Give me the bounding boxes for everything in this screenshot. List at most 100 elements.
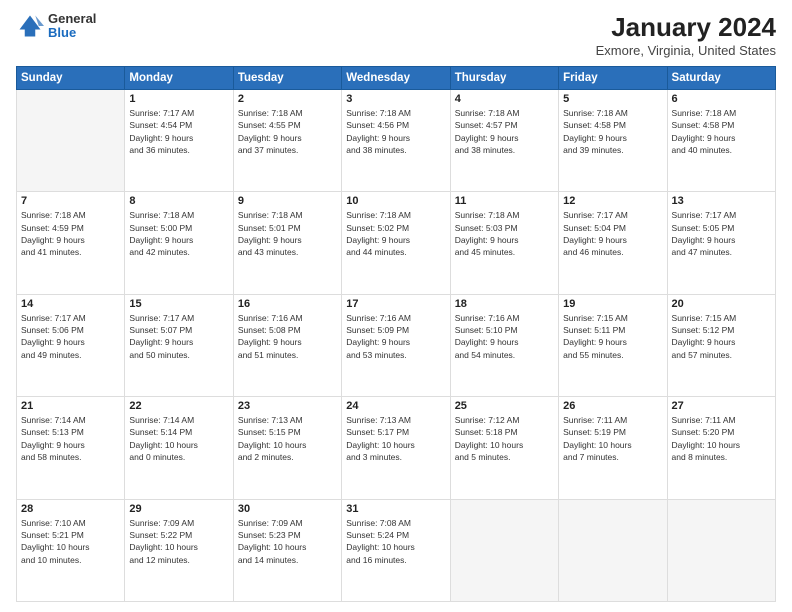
day-info: Sunrise: 7:14 AM Sunset: 5:13 PM Dayligh…	[21, 414, 120, 463]
calendar-cell: 8Sunrise: 7:18 AM Sunset: 5:00 PM Daylig…	[125, 192, 233, 294]
day-number: 23	[238, 400, 337, 412]
day-number: 19	[563, 298, 662, 310]
calendar-cell	[17, 90, 125, 192]
day-number: 14	[21, 298, 120, 310]
day-number: 25	[455, 400, 554, 412]
title-block: January 2024 Exmore, Virginia, United St…	[596, 12, 776, 58]
day-info: Sunrise: 7:11 AM Sunset: 5:19 PM Dayligh…	[563, 414, 662, 463]
day-info: Sunrise: 7:18 AM Sunset: 5:02 PM Dayligh…	[346, 209, 445, 258]
day-number: 4	[455, 93, 554, 105]
calendar-cell: 27 Sunrise: 7:11 AM Sunset: 5:20 PM Dayli…	[667, 397, 775, 499]
calendar-dow-wednesday: Wednesday	[342, 67, 450, 90]
calendar-cell	[559, 499, 667, 601]
calendar-cell: 19Sunrise: 7:15 AM Sunset: 5:11 PM Dayli…	[559, 294, 667, 396]
day-number: 27	[672, 400, 771, 412]
calendar-cell: 22 Sunrise: 7:14 AM Sunset: 5:14 PM Dayli…	[125, 397, 233, 499]
day-number: 11	[455, 195, 554, 207]
calendar-dow-saturday: Saturday	[667, 67, 775, 90]
week-row-3: 21 Sunrise: 7:14 AM Sunset: 5:13 PM Dayli…	[17, 397, 776, 499]
calendar-cell: 24 Sunrise: 7:13 AM Sunset: 5:17 PM Dayli…	[342, 397, 450, 499]
day-info: Sunrise: 7:09 AM Sunset: 5:23 PM Dayligh…	[238, 517, 337, 566]
calendar-cell: 25 Sunrise: 7:12 AM Sunset: 5:18 PM Dayli…	[450, 397, 558, 499]
logo: General Blue	[16, 12, 96, 41]
calendar-cell: 26 Sunrise: 7:11 AM Sunset: 5:19 PM Dayli…	[559, 397, 667, 499]
calendar-cell: 18Sunrise: 7:16 AM Sunset: 5:10 PM Dayli…	[450, 294, 558, 396]
calendar-cell: 12Sunrise: 7:17 AM Sunset: 5:04 PM Dayli…	[559, 192, 667, 294]
calendar-cell: 2 Sunrise: 7:18 AM Sunset: 4:55 PM Daylig…	[233, 90, 341, 192]
calendar-dow-thursday: Thursday	[450, 67, 558, 90]
day-number: 9	[238, 195, 337, 207]
day-info: Sunrise: 7:15 AM Sunset: 5:12 PM Dayligh…	[672, 312, 771, 361]
day-number: 31	[346, 503, 445, 515]
day-info: Sunrise: 7:16 AM Sunset: 5:08 PM Dayligh…	[238, 312, 337, 361]
calendar-title: January 2024	[596, 12, 776, 43]
calendar-cell: 1 Sunrise: 7:17 AM Sunset: 4:54 PM Daylig…	[125, 90, 233, 192]
calendar-cell: 16Sunrise: 7:16 AM Sunset: 5:08 PM Dayli…	[233, 294, 341, 396]
calendar-cell: 13Sunrise: 7:17 AM Sunset: 5:05 PM Dayli…	[667, 192, 775, 294]
calendar-cell: 10 Sunrise: 7:18 AM Sunset: 5:02 PM Dayli…	[342, 192, 450, 294]
day-number: 22	[129, 400, 228, 412]
calendar-cell: 11Sunrise: 7:18 AM Sunset: 5:03 PM Dayli…	[450, 192, 558, 294]
calendar-cell: 20 Sunrise: 7:15 AM Sunset: 5:12 PM Dayli…	[667, 294, 775, 396]
calendar-cell: 3Sunrise: 7:18 AM Sunset: 4:56 PM Daylig…	[342, 90, 450, 192]
logo-general-text: General	[48, 12, 96, 26]
calendar-cell: 23 Sunrise: 7:13 AM Sunset: 5:15 PM Dayli…	[233, 397, 341, 499]
calendar-cell	[450, 499, 558, 601]
header: General Blue January 2024 Exmore, Virgin…	[16, 12, 776, 58]
day-info: Sunrise: 7:13 AM Sunset: 5:17 PM Dayligh…	[346, 414, 445, 463]
calendar-cell: 15Sunrise: 7:17 AM Sunset: 5:07 PM Dayli…	[125, 294, 233, 396]
day-info: Sunrise: 7:14 AM Sunset: 5:14 PM Dayligh…	[129, 414, 228, 463]
calendar-table: SundayMondayTuesdayWednesdayThursdayFrid…	[16, 66, 776, 602]
logo-text: General Blue	[48, 12, 96, 41]
day-info: Sunrise: 7:16 AM Sunset: 5:09 PM Dayligh…	[346, 312, 445, 361]
day-number: 26	[563, 400, 662, 412]
logo-blue-text: Blue	[48, 26, 96, 40]
calendar-cell: 29Sunrise: 7:09 AM Sunset: 5:22 PM Dayli…	[125, 499, 233, 601]
calendar-cell: 6 Sunrise: 7:18 AM Sunset: 4:58 PM Daylig…	[667, 90, 775, 192]
calendar-cell	[667, 499, 775, 601]
day-info: Sunrise: 7:17 AM Sunset: 5:07 PM Dayligh…	[129, 312, 228, 361]
day-info: Sunrise: 7:17 AM Sunset: 4:54 PM Dayligh…	[129, 107, 228, 156]
day-info: Sunrise: 7:18 AM Sunset: 4:58 PM Dayligh…	[672, 107, 771, 156]
day-number: 2	[238, 93, 337, 105]
day-info: Sunrise: 7:09 AM Sunset: 5:22 PM Dayligh…	[129, 517, 228, 566]
day-number: 1	[129, 93, 228, 105]
day-info: Sunrise: 7:18 AM Sunset: 5:01 PM Dayligh…	[238, 209, 337, 258]
day-number: 12	[563, 195, 662, 207]
calendar-subtitle: Exmore, Virginia, United States	[596, 43, 776, 58]
day-number: 8	[129, 195, 228, 207]
day-info: Sunrise: 7:18 AM Sunset: 4:55 PM Dayligh…	[238, 107, 337, 156]
calendar-cell: 28 Sunrise: 7:10 AM Sunset: 5:21 PM Dayli…	[17, 499, 125, 601]
week-row-1: 7Sunrise: 7:18 AM Sunset: 4:59 PM Daylig…	[17, 192, 776, 294]
day-number: 28	[21, 503, 120, 515]
day-info: Sunrise: 7:18 AM Sunset: 4:59 PM Dayligh…	[21, 209, 120, 258]
calendar-cell: 21 Sunrise: 7:14 AM Sunset: 5:13 PM Dayli…	[17, 397, 125, 499]
calendar-cell: 4 Sunrise: 7:18 AM Sunset: 4:57 PM Daylig…	[450, 90, 558, 192]
day-info: Sunrise: 7:16 AM Sunset: 5:10 PM Dayligh…	[455, 312, 554, 361]
day-info: Sunrise: 7:18 AM Sunset: 4:57 PM Dayligh…	[455, 107, 554, 156]
calendar-cell: 31 Sunrise: 7:08 AM Sunset: 5:24 PM Dayli…	[342, 499, 450, 601]
day-info: Sunrise: 7:13 AM Sunset: 5:15 PM Dayligh…	[238, 414, 337, 463]
day-number: 6	[672, 93, 771, 105]
day-info: Sunrise: 7:18 AM Sunset: 4:58 PM Dayligh…	[563, 107, 662, 156]
day-number: 30	[238, 503, 337, 515]
day-number: 20	[672, 298, 771, 310]
day-number: 3	[346, 93, 445, 105]
calendar-cell: 9 Sunrise: 7:18 AM Sunset: 5:01 PM Daylig…	[233, 192, 341, 294]
calendar-cell: 7Sunrise: 7:18 AM Sunset: 4:59 PM Daylig…	[17, 192, 125, 294]
day-number: 10	[346, 195, 445, 207]
calendar-dow-tuesday: Tuesday	[233, 67, 341, 90]
day-number: 24	[346, 400, 445, 412]
day-info: Sunrise: 7:11 AM Sunset: 5:20 PM Dayligh…	[672, 414, 771, 463]
day-info: Sunrise: 7:10 AM Sunset: 5:21 PM Dayligh…	[21, 517, 120, 566]
day-info: Sunrise: 7:17 AM Sunset: 5:06 PM Dayligh…	[21, 312, 120, 361]
calendar-dow-friday: Friday	[559, 67, 667, 90]
calendar-header-row: SundayMondayTuesdayWednesdayThursdayFrid…	[17, 67, 776, 90]
calendar-cell: 14 Sunrise: 7:17 AM Sunset: 5:06 PM Dayli…	[17, 294, 125, 396]
week-row-4: 28 Sunrise: 7:10 AM Sunset: 5:21 PM Dayli…	[17, 499, 776, 601]
day-info: Sunrise: 7:12 AM Sunset: 5:18 PM Dayligh…	[455, 414, 554, 463]
day-number: 21	[21, 400, 120, 412]
day-info: Sunrise: 7:08 AM Sunset: 5:24 PM Dayligh…	[346, 517, 445, 566]
page: General Blue January 2024 Exmore, Virgin…	[0, 0, 792, 612]
day-number: 13	[672, 195, 771, 207]
